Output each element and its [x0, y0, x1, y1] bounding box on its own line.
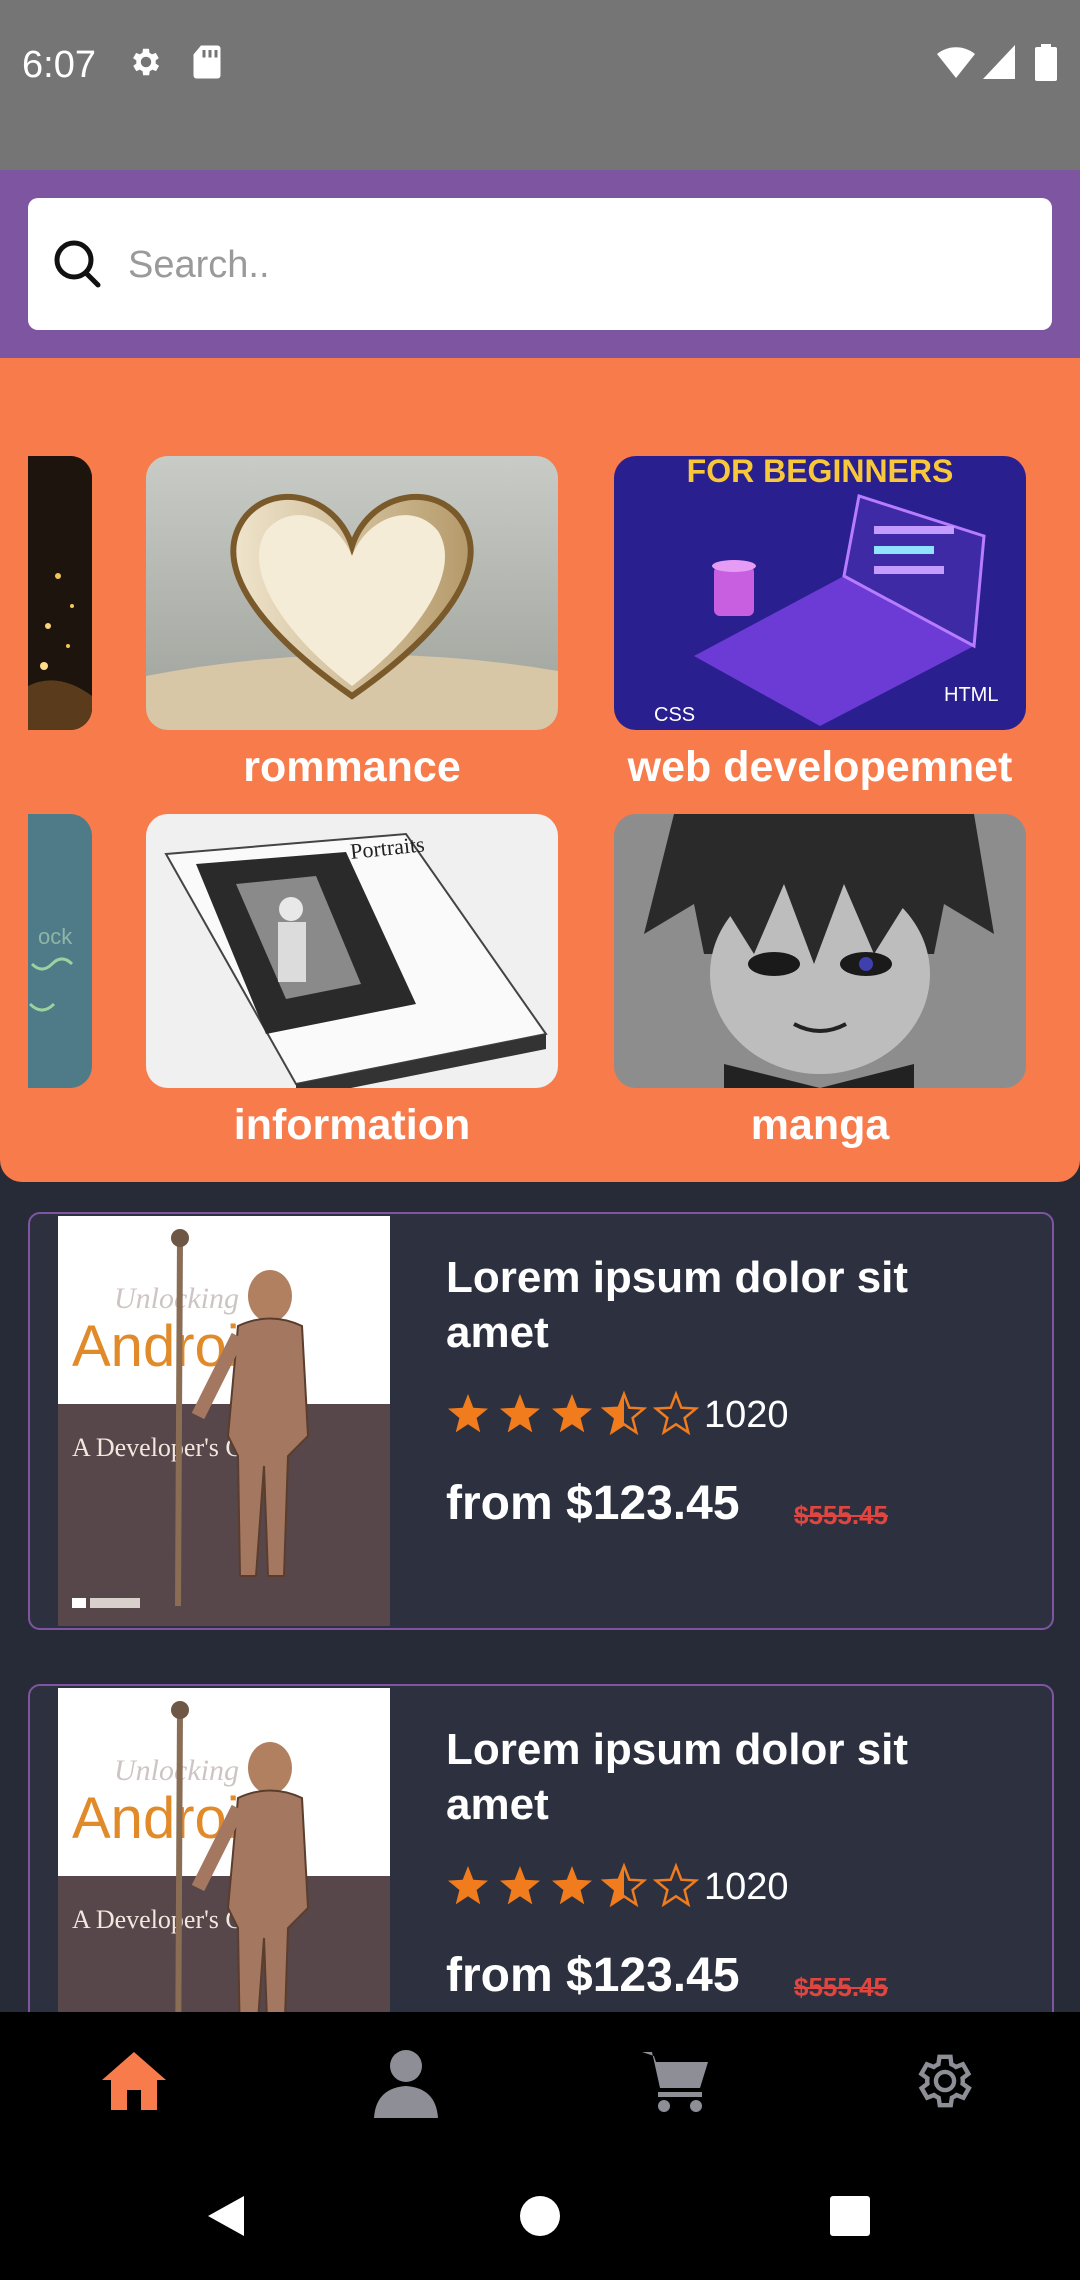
sd-card-icon — [192, 44, 222, 85]
category-label: rommance — [243, 743, 461, 791]
battery-icon — [1034, 44, 1058, 87]
cart-icon[interactable] — [640, 2048, 710, 2119]
search-box[interactable] — [28, 198, 1052, 332]
gear-icon[interactable] — [912, 2048, 978, 2119]
star-full-icon — [500, 1394, 540, 1433]
wifi-icon — [936, 44, 976, 85]
star-half-icon — [602, 1392, 646, 1434]
back-icon[interactable] — [206, 2194, 246, 2243]
search-input[interactable] — [126, 198, 1030, 332]
settings-icon — [128, 44, 164, 85]
status-time: 6:07 — [22, 44, 96, 86]
home-circle-icon[interactable] — [518, 2194, 562, 2243]
for-beginners-laptop-illustration: FOR BEGINNERS CSS HTML — [614, 456, 1026, 730]
star-full-icon — [552, 1866, 592, 1905]
svg-text:HTML: HTML — [944, 684, 998, 706]
category-card-manga[interactable] — [614, 814, 1026, 1088]
book-cover: Unlocking Android A Developer's Guide — [58, 1216, 390, 1626]
status-bar: 6:07 — [0, 0, 1080, 170]
star-full-icon — [448, 1394, 488, 1433]
heart-book-photo — [146, 456, 558, 730]
rating-count: 1020 — [704, 1866, 789, 1908]
star-half-icon — [602, 1864, 646, 1906]
bottom-nav — [0, 2012, 1080, 2154]
old-price: $555.45 — [794, 1972, 888, 2002]
person-icon[interactable] — [372, 2048, 440, 2125]
star-full-icon — [448, 1866, 488, 1905]
portraits-book-photo: Portraits — [146, 814, 558, 1088]
category-label: web developemnet — [627, 743, 1013, 791]
cover-text: FOR BEGINNERS — [687, 456, 954, 489]
book-card[interactable]: Unlocking Android A Developer's Guide Lo… — [28, 1212, 1054, 1630]
manga-character-drawing — [614, 814, 1026, 1088]
category-label: information — [233, 1101, 471, 1149]
search-icon — [48, 226, 106, 305]
recents-icon[interactable] — [828, 2194, 872, 2243]
system-navigation-bar — [0, 2154, 1080, 2280]
price: from $123.45 — [446, 1477, 740, 1530]
book-title: Lorem ipsum dolor sit amet — [446, 1253, 909, 1357]
cover-title: Unlocking — [114, 1282, 239, 1315]
category-label: manga — [750, 1101, 890, 1149]
star-full-icon — [552, 1394, 592, 1433]
star-full-icon — [500, 1866, 540, 1905]
category-card-web-developemnet[interactable]: FOR BEGINNERS CSS HTML — [614, 456, 1026, 730]
cover-title: Unlocking — [114, 1754, 239, 1787]
old-price: $555.45 — [794, 1500, 888, 1530]
signal-icon — [982, 44, 1016, 85]
rating-count: 1020 — [704, 1394, 789, 1436]
category-card-partial[interactable] — [28, 456, 92, 730]
star-empty-icon — [654, 1864, 698, 1906]
svg-text:ock: ock — [38, 924, 73, 949]
search-section — [0, 170, 1080, 358]
star-rating — [446, 1390, 702, 1443]
home-icon[interactable] — [100, 2048, 168, 2117]
star-rating — [446, 1862, 702, 1915]
category-panel: ock rommance FOR BEGINNERS CSS HTML web — [0, 358, 1080, 1182]
category-card-information[interactable]: Portraits — [146, 814, 558, 1088]
svg-text:CSS: CSS — [654, 704, 695, 726]
price: from $123.45 — [446, 1949, 740, 2002]
category-card-rommance[interactable] — [146, 456, 558, 730]
star-empty-icon — [654, 1392, 698, 1434]
book-title: Lorem ipsum dolor sit amet — [446, 1725, 909, 1829]
category-card-partial[interactable]: ock — [28, 814, 92, 1088]
